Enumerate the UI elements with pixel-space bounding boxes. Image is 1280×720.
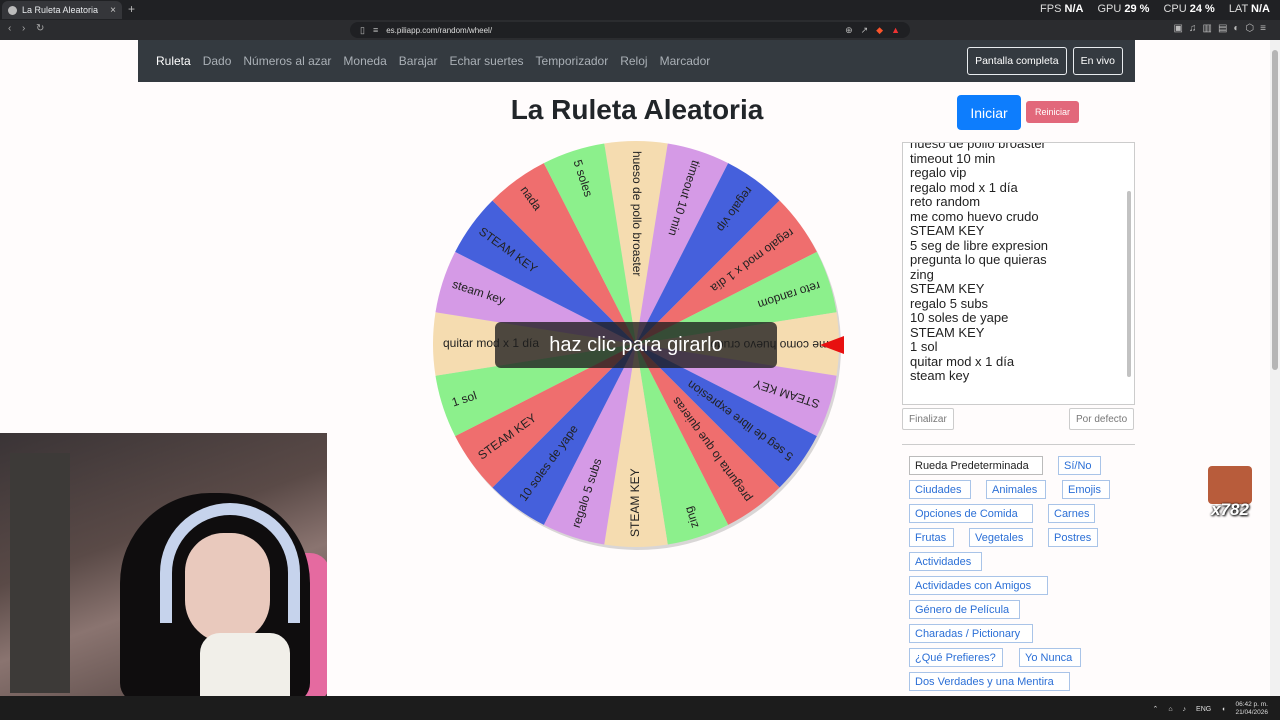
option-line[interactable]: me como huevo crudo bbox=[910, 209, 1048, 225]
wheel-segment-label: STEAM KEY bbox=[628, 468, 642, 537]
brave-shield-icon[interactable]: ◆ bbox=[876, 25, 883, 36]
favicon-icon bbox=[8, 5, 17, 15]
options-text[interactable]: hueso de pollo broaster timeout 10 min reg… bbox=[910, 143, 1048, 384]
start-button[interactable]: Iniciar bbox=[957, 95, 1021, 130]
preset-button[interactable]: Rueda Predeterminada bbox=[909, 456, 1043, 475]
preset-button[interactable]: Vegetales bbox=[969, 528, 1033, 547]
address-url[interactable]: es.piliapp.com/random/wheel/ bbox=[386, 26, 837, 35]
reset-button[interactable]: Reiniciar bbox=[1026, 101, 1079, 123]
stat-cpu: CPU 24 % bbox=[1163, 3, 1215, 15]
emote-counter: x782 bbox=[1207, 466, 1253, 522]
clock-date: 21/04/2026 bbox=[1235, 709, 1268, 716]
finish-button[interactable]: Finalizar bbox=[902, 408, 954, 430]
default-button[interactable]: Por defecto bbox=[1069, 408, 1135, 430]
tray-lang[interactable]: ENG bbox=[1196, 706, 1211, 713]
browser-tab[interactable]: La Ruleta Aleatoria × bbox=[2, 1, 122, 19]
nav-link-numeros[interactable]: Números al azar bbox=[243, 54, 331, 68]
option-line[interactable]: STEAM KEY bbox=[910, 325, 1048, 341]
preset-button[interactable]: Postres bbox=[1048, 528, 1098, 547]
wheel-pointer-icon bbox=[820, 336, 844, 354]
option-line[interactable]: 5 seg de libre expresion bbox=[910, 238, 1048, 254]
zoom-icon[interactable]: ⊕ bbox=[845, 25, 853, 36]
browser-tabbar: La Ruleta Aleatoria × + FPS N/A GPU 29 %… bbox=[0, 0, 1280, 20]
nav-link-moneda[interactable]: Moneda bbox=[343, 54, 386, 68]
site-info-icon[interactable]: ≡ bbox=[373, 25, 378, 35]
share-icon[interactable]: ↗ bbox=[861, 25, 869, 36]
textarea-scrollbar[interactable] bbox=[1125, 143, 1133, 404]
preset-button[interactable]: Dos Verdades y una Mentira bbox=[909, 672, 1070, 691]
emote-icon bbox=[1208, 466, 1252, 504]
preset-button[interactable]: Emojis bbox=[1062, 480, 1110, 499]
browser-toolbar: ‹ › ↻ ▯ ≡ es.piliapp.com/random/wheel/ ⊕… bbox=[0, 20, 1280, 40]
clock-time: 06:42 p. m. bbox=[1235, 701, 1268, 708]
webcam-overlay bbox=[0, 433, 327, 696]
webcam-background bbox=[10, 453, 70, 693]
address-bar[interactable]: ▯ ≡ es.piliapp.com/random/wheel/ ⊕ ↗ ◆ ▲ bbox=[350, 22, 910, 38]
option-line[interactable]: steam key bbox=[910, 368, 1048, 384]
option-line[interactable]: quitar mod x 1 día bbox=[910, 354, 1048, 370]
wheel-segment-label: hueso de pollo broaster bbox=[630, 151, 644, 276]
fullscreen-button[interactable]: Pantalla completa bbox=[967, 47, 1067, 75]
emote-count: x782 bbox=[1211, 500, 1249, 519]
bookmark-icon[interactable]: ▯ bbox=[360, 25, 365, 36]
preset-button[interactable]: Ciudades bbox=[909, 480, 971, 499]
tray-network-icon[interactable]: ⌂ bbox=[1168, 706, 1172, 713]
option-line[interactable]: zing bbox=[910, 267, 1048, 283]
tab-title: La Ruleta Aleatoria bbox=[22, 5, 99, 15]
performance-stats: FPS N/A GPU 29 % CPU 24 % LAT N/A bbox=[1040, 3, 1270, 15]
tray-chevron-icon[interactable]: ⌃ bbox=[1152, 705, 1158, 713]
tab-close-icon[interactable]: × bbox=[110, 5, 116, 16]
nav-link-dado[interactable]: Dado bbox=[203, 54, 232, 68]
nav-link-marcador[interactable]: Marcador bbox=[660, 54, 711, 68]
tray-mic-icon[interactable]: ♪ bbox=[1183, 706, 1187, 713]
top-navbar: Ruleta Dado Números al azar Moneda Baraj… bbox=[138, 40, 1135, 82]
options-textarea[interactable]: hueso de pollo broaster timeout 10 min reg… bbox=[902, 142, 1135, 405]
option-line[interactable]: timeout 10 min bbox=[910, 151, 1048, 167]
spin-hint-button[interactable]: haz clic para girarlo bbox=[495, 322, 777, 368]
tray-volume-icon[interactable]: ◖ bbox=[1221, 706, 1225, 713]
nav-link-echar-suertes[interactable]: Echar suertes bbox=[449, 54, 523, 68]
preset-button[interactable]: Frutas bbox=[909, 528, 954, 547]
option-line[interactable]: pregunta lo que quieras bbox=[910, 252, 1048, 268]
preset-button[interactable]: Yo Nunca bbox=[1019, 648, 1081, 667]
new-tab-button[interactable]: + bbox=[128, 2, 135, 16]
live-button[interactable]: En vivo bbox=[1072, 47, 1123, 75]
os-taskbar: ⌃ ⌂ ♪ ENG ◖ 06:42 p. m. 21/04/2026 bbox=[0, 696, 1280, 720]
preset-button[interactable]: Actividades con Amigos bbox=[909, 576, 1048, 595]
option-line[interactable]: regalo mod x 1 día bbox=[910, 180, 1048, 196]
back-icon[interactable]: ‹ bbox=[8, 23, 11, 34]
option-line[interactable]: 10 soles de yape bbox=[910, 310, 1048, 326]
reload-icon[interactable]: ↻ bbox=[36, 23, 44, 34]
preset-button[interactable]: Carnes bbox=[1048, 504, 1096, 523]
tray-clock[interactable]: 06:42 p. m. 21/04/2026 bbox=[1235, 701, 1268, 717]
option-line[interactable]: reto random bbox=[910, 194, 1048, 210]
nav-link-temporizador[interactable]: Temporizador bbox=[536, 54, 609, 68]
divider bbox=[902, 444, 1135, 445]
option-line[interactable]: STEAM KEY bbox=[910, 281, 1048, 297]
preset-button[interactable]: Opciones de Comida bbox=[909, 504, 1033, 523]
preset-button[interactable]: ¿Qué Prefieres? bbox=[909, 648, 1003, 667]
nav-link-reloj[interactable]: Reloj bbox=[620, 54, 647, 68]
stat-lat: LAT N/A bbox=[1228, 3, 1270, 15]
option-line[interactable]: 1 sol bbox=[910, 339, 1048, 355]
page-scrollbar[interactable] bbox=[1270, 40, 1280, 696]
preset-button[interactable]: Actividades bbox=[909, 552, 982, 571]
extension-icons[interactable]: ▣♫▥▤◐⬡≡ bbox=[1174, 23, 1272, 34]
option-line[interactable]: regalo 5 subs bbox=[910, 296, 1048, 312]
stat-gpu: GPU 29 % bbox=[1097, 3, 1150, 15]
webcam-shirt bbox=[200, 633, 290, 696]
preset-button[interactable]: Charadas / Pictionary bbox=[909, 624, 1033, 643]
forward-icon[interactable]: › bbox=[22, 23, 25, 34]
rewards-icon[interactable]: ▲ bbox=[891, 25, 900, 35]
preset-button[interactable]: Sí/No bbox=[1058, 456, 1101, 475]
option-line[interactable]: STEAM KEY bbox=[910, 223, 1048, 239]
system-tray: ⌃ ⌂ ♪ ENG ◖ 06:42 p. m. 21/04/2026 bbox=[1152, 701, 1268, 717]
page-title: La Ruleta Aleatoria bbox=[510, 94, 764, 125]
stat-fps: FPS N/A bbox=[1040, 3, 1084, 15]
nav-link-barajar[interactable]: Barajar bbox=[399, 54, 438, 68]
preset-button[interactable]: Género de Película bbox=[909, 600, 1020, 619]
option-line[interactable]: regalo vip bbox=[910, 165, 1048, 181]
nav-brand-ruleta[interactable]: Ruleta bbox=[156, 54, 191, 68]
preset-button[interactable]: Animales bbox=[986, 480, 1046, 499]
